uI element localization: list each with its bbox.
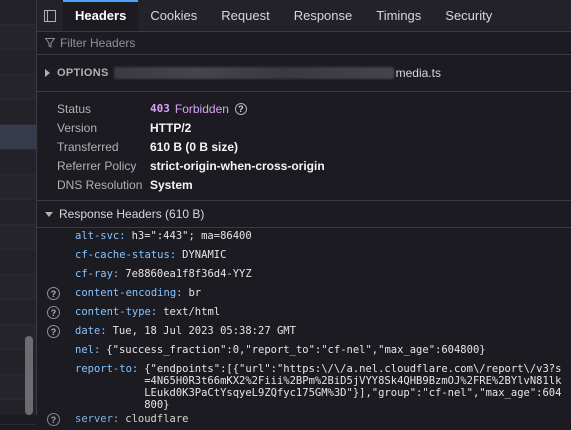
tab-response[interactable]: Response	[282, 0, 365, 31]
request-summary[interactable]: OPTIONS media.ts	[37, 55, 571, 92]
expand-arrow-icon[interactable]	[45, 69, 50, 77]
tab-security[interactable]: Security	[433, 0, 504, 31]
filter-placeholder: Filter Headers	[60, 36, 136, 50]
filter-headers-input[interactable]: Filter Headers	[37, 32, 571, 55]
request-row[interactable]	[0, 225, 36, 250]
request-row[interactable]	[0, 50, 36, 75]
request-row-selected[interactable]	[0, 125, 36, 150]
header-value: br	[188, 287, 202, 299]
header-row[interactable]: cf-cache-status: DYNAMIC	[37, 247, 571, 266]
filter-icon	[45, 38, 55, 48]
status-text: Forbidden	[174, 101, 229, 116]
header-row[interactable]: cf-ray: 7e8860ea1f8f36d4-YYZ	[37, 266, 571, 285]
header-name: date:	[75, 325, 107, 337]
referrer-policy-value: strict-origin-when-cross-origin	[150, 158, 325, 173]
header-row[interactable]: ? server: cloudflare	[37, 411, 571, 430]
status-code: 403	[150, 102, 170, 115]
header-value: h3=":443"; ma=86400	[131, 230, 252, 242]
referrer-policy-label: Referrer Policy	[57, 158, 137, 173]
header-name: cf-cache-status:	[75, 249, 177, 261]
referrer-policy-row: Referrer Policy strict-origin-when-cross…	[57, 156, 571, 175]
request-row[interactable]	[0, 175, 36, 200]
header-row[interactable]: ? date: Tue, 18 Jul 2023 05:38:27 GMT	[37, 323, 571, 342]
header-name: alt-svc:	[75, 230, 126, 242]
tab-cookies[interactable]: Cookies	[138, 0, 209, 31]
header-row[interactable]: ? content-type: text/html	[37, 304, 571, 323]
header-value: {"endpoints":[{"url":"https:\/\/a.nel.cl…	[144, 363, 562, 411]
request-row[interactable]	[0, 100, 36, 125]
header-row[interactable]: ? content-encoding: br	[37, 285, 571, 304]
tab-bar: Headers Cookies Request Response Timings…	[37, 0, 571, 32]
status-label: Status	[57, 101, 92, 116]
status-row: Status 403 Forbidden ?	[57, 99, 571, 118]
header-row[interactable]: alt-svc: h3=":443"; ma=86400	[37, 228, 571, 247]
header-value: 7e8860ea1f8f36d4-YYZ	[125, 268, 252, 280]
help-icon[interactable]: ?	[47, 287, 60, 300]
headers-panel: Headers Cookies Request Response Timings…	[36, 0, 571, 426]
scrollbar-thumb[interactable]	[25, 336, 33, 415]
help-icon[interactable]: ?	[47, 325, 60, 338]
dns-resolution-value: System	[150, 177, 193, 192]
header-name: cf-ray:	[75, 268, 120, 280]
response-headers-toggle[interactable]: Response Headers (610 B)	[37, 200, 571, 228]
transferred-row: Transferred 610 B (0 B size)	[57, 137, 571, 156]
request-row[interactable]	[0, 75, 36, 100]
tab-request[interactable]: Request	[209, 0, 281, 31]
header-row[interactable]: report-to: {"endpoints":[{"url":"https:\…	[37, 361, 571, 411]
header-row[interactable]: nel: {"success_fraction":0,"report_to":"…	[37, 342, 571, 361]
response-headers-list: alt-svc: h3=":443"; ma=86400 cf-cache-st…	[37, 228, 571, 430]
header-name: content-type:	[75, 306, 158, 318]
response-headers-title: Response Headers (610 B)	[59, 207, 205, 221]
header-value: DYNAMIC	[182, 249, 227, 261]
version-value: HTTP/2	[150, 120, 192, 135]
request-row[interactable]	[0, 0, 36, 25]
redacted-url	[113, 67, 394, 79]
header-value: text/html	[163, 306, 221, 318]
request-method: OPTIONS	[57, 67, 109, 79]
request-row[interactable]	[0, 200, 36, 225]
help-icon[interactable]: ?	[234, 102, 247, 115]
version-label: Version	[57, 120, 98, 135]
version-row: Version HTTP/2	[57, 118, 571, 137]
request-row[interactable]	[0, 250, 36, 275]
transferred-value: 610 B (0 B size)	[150, 139, 239, 154]
header-name: content-encoding:	[75, 287, 183, 299]
request-row[interactable]	[0, 25, 36, 50]
request-row[interactable]	[0, 275, 36, 300]
header-value: Tue, 18 Jul 2023 05:38:27 GMT	[112, 325, 296, 337]
collapse-arrow-icon[interactable]	[45, 211, 53, 217]
sidebar-toggle-icon[interactable]	[37, 0, 63, 31]
header-name: nel:	[75, 344, 101, 356]
dns-resolution-row: DNS Resolution System	[57, 175, 571, 194]
request-url: media.ts	[395, 66, 441, 80]
transferred-label: Transferred	[57, 139, 119, 154]
request-row[interactable]	[0, 300, 36, 325]
dns-resolution-label: DNS Resolution	[57, 177, 143, 192]
request-list-strip[interactable]	[0, 0, 36, 425]
request-row[interactable]	[0, 150, 36, 175]
help-icon[interactable]: ?	[47, 306, 60, 319]
header-value: {"success_fraction":0,"report_to":"cf-ne…	[106, 344, 486, 356]
tab-headers[interactable]: Headers	[63, 0, 139, 31]
tab-timings[interactable]: Timings	[364, 0, 433, 31]
header-name: report-to:	[75, 363, 139, 375]
general-info: Status 403 Forbidden ? Version HTTP/2 Tr…	[37, 92, 571, 198]
